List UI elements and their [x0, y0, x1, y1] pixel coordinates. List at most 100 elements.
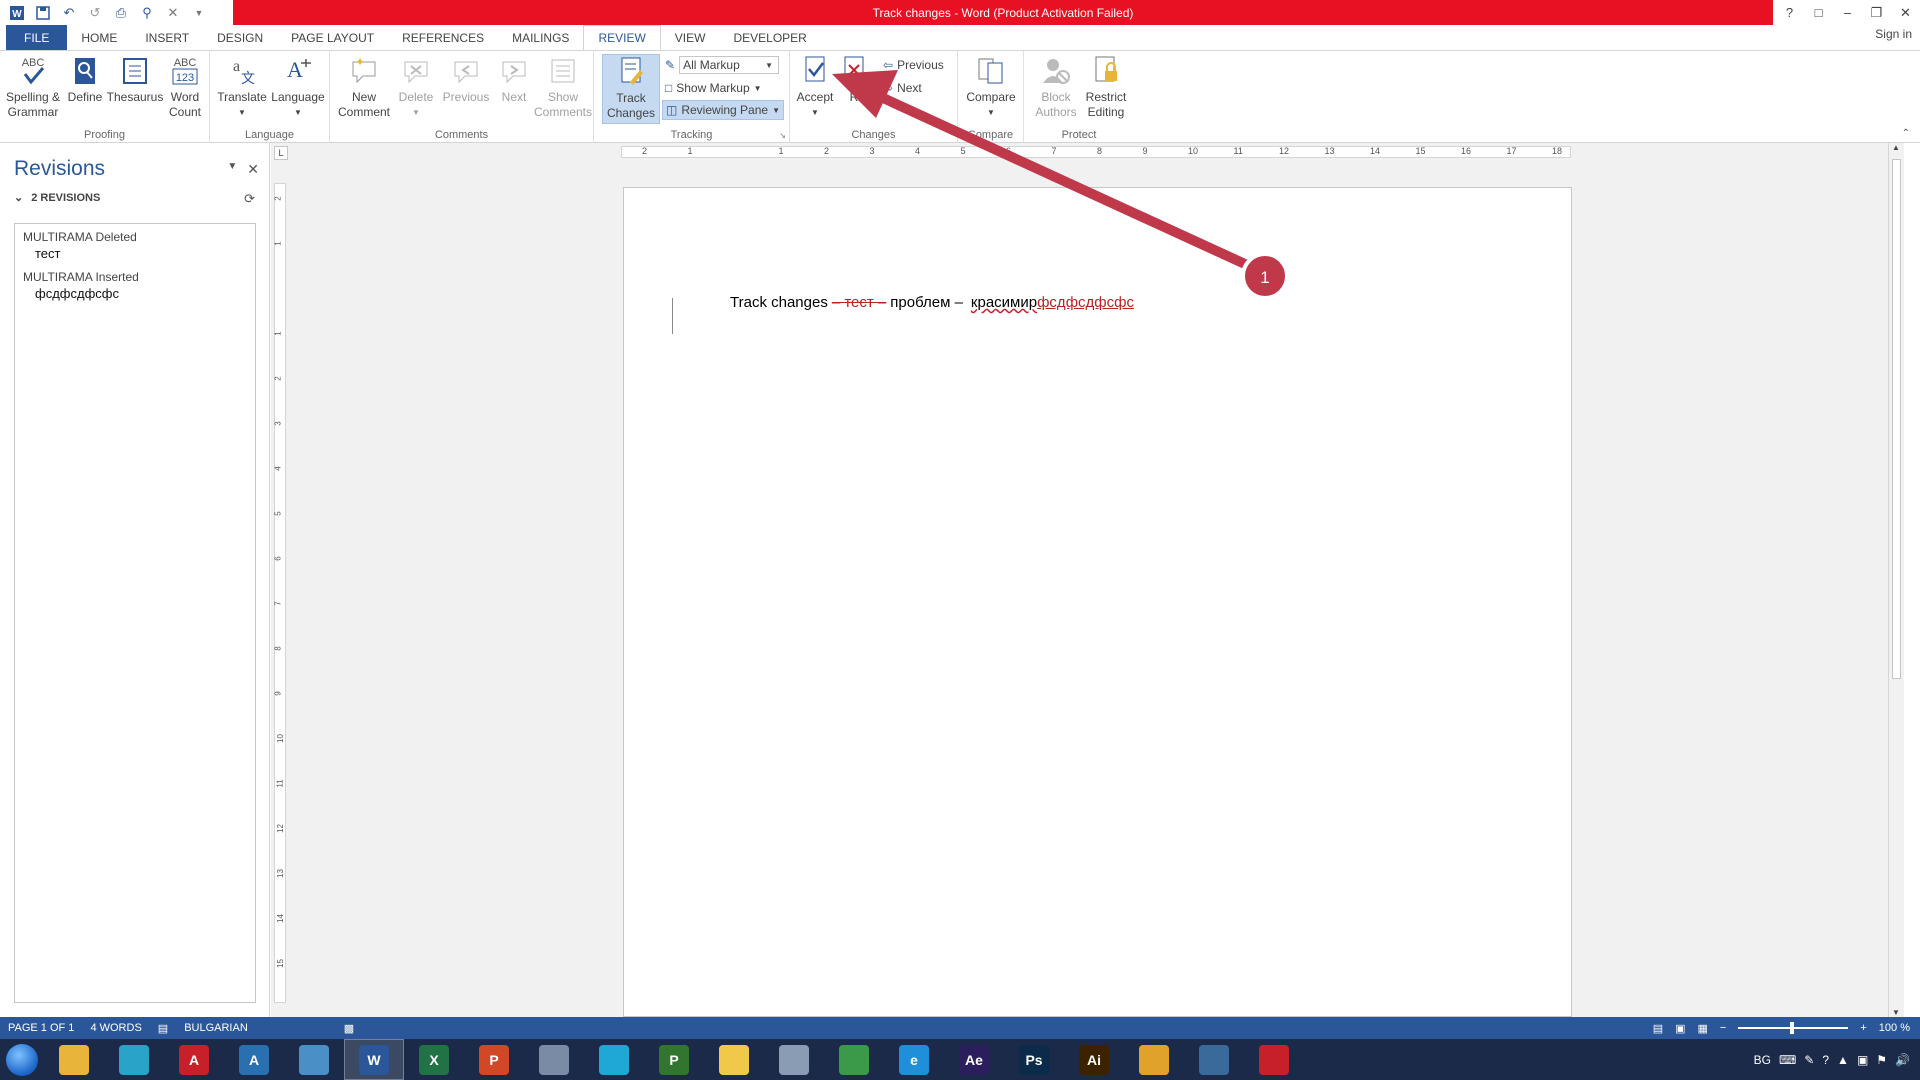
print-preview-icon[interactable]: ⚲ [136, 2, 158, 24]
horizontal-ruler[interactable]: 2 1 1 2 3 4 5 6 7 8 9 10 11 12 13 14 15 16 17 18 [621, 146, 1571, 158]
taskbar-app-acrobat-red[interactable]: A [164, 1039, 224, 1080]
taskbar-app-word[interactable]: W [344, 1039, 404, 1080]
document-paragraph[interactable]: Track changes – тест – проблем – красими… [730, 294, 1134, 311]
proofing-status-icon[interactable]: ▤ [150, 1022, 176, 1035]
web-layout-icon[interactable]: ▦ [1698, 1022, 1708, 1035]
tab-review[interactable]: REVIEW [583, 25, 661, 50]
show-hidden-icons[interactable]: ▲ [1837, 1053, 1849, 1067]
collapse-ribbon-icon[interactable]: ⌃ [1902, 128, 1910, 139]
zoom-slider-thumb[interactable] [1790, 1022, 1795, 1034]
start-button[interactable] [0, 1039, 44, 1080]
tab-insert[interactable]: INSERT [131, 25, 203, 50]
taskbar-app-powerpoint[interactable]: P [464, 1039, 524, 1080]
redo-icon[interactable]: ↺ [84, 2, 106, 24]
tracking-options-launcher[interactable]: ↘ [779, 131, 786, 140]
print-icon[interactable]: ⎙ [110, 2, 132, 24]
zoom-in-icon[interactable]: + [1860, 1022, 1866, 1034]
undo-icon[interactable]: ↶ [58, 2, 80, 24]
taskbar-app-chrome[interactable] [824, 1039, 884, 1080]
zoom-out-icon[interactable]: − [1720, 1022, 1726, 1034]
keyboard-icon[interactable]: ⌨ [1779, 1053, 1796, 1067]
taskbar-app-app5[interactable] [284, 1039, 344, 1080]
tab-home[interactable]: HOME [67, 25, 131, 50]
word-count-button[interactable]: ABC 123 Word Count [164, 54, 206, 120]
save-icon[interactable] [32, 2, 54, 24]
accept-button[interactable]: Accept ▼ [794, 54, 836, 120]
taskbar-app-photoshop[interactable]: Ps [1004, 1039, 1064, 1080]
taskbar-app-app2[interactable] [104, 1039, 164, 1080]
taskbar-app-ie[interactable]: e [884, 1039, 944, 1080]
taskbar-app-project[interactable]: P [644, 1039, 704, 1080]
language-status[interactable]: BULGARIAN [176, 1022, 256, 1034]
tab-mailings[interactable]: MAILINGS [498, 25, 583, 50]
close-doc-icon[interactable]: ✕ [162, 2, 184, 24]
vertical-scrollbar[interactable]: ▲ ▼ [1888, 143, 1904, 1017]
taskbar-app-excel[interactable]: X [404, 1039, 464, 1080]
taskbar-app-app10[interactable] [584, 1039, 644, 1080]
previous-change-button[interactable]: ⇦ Previous [880, 55, 947, 75]
input-language[interactable]: BG [1754, 1053, 1771, 1067]
tab-view[interactable]: VIEW [661, 25, 720, 50]
next-comment-button[interactable]: Next [492, 54, 536, 105]
sign-in-link[interactable]: Sign in [1875, 27, 1912, 41]
taskbar-app-after-effects[interactable]: Ae [944, 1039, 1004, 1080]
help-button[interactable]: ? [1775, 0, 1804, 25]
show-comments-button[interactable]: Show Comments [534, 54, 592, 120]
spelling-grammar-button[interactable]: ABC Spelling & Grammar [4, 54, 62, 120]
taskbar-app-media[interactable] [1124, 1039, 1184, 1080]
define-button[interactable]: Define [64, 54, 106, 105]
flag-icon[interactable]: ⚑ [1876, 1053, 1887, 1067]
track-changes-button[interactable]: Track Changes [602, 54, 660, 124]
restrict-editing-button[interactable]: Restrict Editing [1080, 54, 1132, 120]
taskbar-app-autocad[interactable]: A [224, 1039, 284, 1080]
macro-record-icon[interactable]: ▩ [336, 1022, 362, 1035]
minimize-button[interactable]: – [1833, 0, 1862, 25]
read-mode-icon[interactable]: ▤ [1653, 1022, 1663, 1035]
scroll-up-icon[interactable]: ▲ [1892, 143, 1900, 152]
pen-icon[interactable]: ✎ [1804, 1053, 1814, 1067]
markup-view-dropdown[interactable]: ✎ All Markup ▼ [662, 55, 780, 75]
restore-button[interactable]: ❐ [1862, 0, 1891, 25]
revisions-summary[interactable]: ⌄ 2 REVISIONS [14, 191, 100, 205]
taskbar-app-chat[interactable] [1184, 1039, 1244, 1080]
close-button[interactable]: ✕ [1891, 0, 1920, 25]
delete-comment-button[interactable]: Delete ▼ [392, 54, 440, 120]
tab-page-layout[interactable]: PAGE LAYOUT [277, 25, 388, 50]
refresh-icon[interactable]: ⟳ [244, 191, 255, 207]
translate-button[interactable]: a文 Translate ▼ [216, 54, 268, 120]
zoom-level[interactable]: 100 % [1879, 1022, 1910, 1034]
block-authors-button[interactable]: Block Authors [1030, 54, 1082, 120]
tab-design[interactable]: DESIGN [203, 25, 277, 50]
taskbar-app-acrobat[interactable] [1244, 1039, 1304, 1080]
ribbon-display-button[interactable]: □ [1804, 0, 1833, 25]
list-item[interactable]: MULTIRAMA Inserted фсдфсдфсфс [23, 270, 247, 301]
page-count[interactable]: PAGE 1 OF 1 [0, 1022, 82, 1034]
taskbar-app-paint[interactable] [764, 1039, 824, 1080]
help-tray-icon[interactable]: ? [1822, 1053, 1829, 1067]
word-count[interactable]: 4 WORDS [82, 1022, 149, 1034]
language-button[interactable]: A Language ▼ [270, 54, 326, 120]
customize-qat-icon[interactable]: ▼ [188, 2, 210, 24]
compare-button[interactable]: Compare ▼ [964, 54, 1018, 120]
revisions-list[interactable]: MULTIRAMA Deleted тест MULTIRAMA Inserte… [14, 223, 256, 1003]
tab-references[interactable]: REFERENCES [388, 25, 498, 50]
reject-button[interactable]: R [836, 54, 872, 105]
next-change-button[interactable]: ⇨ Next [880, 78, 925, 98]
taskbar-app-illustrator[interactable]: Ai [1064, 1039, 1124, 1080]
markup-select[interactable]: All Markup [679, 56, 780, 74]
zoom-slider[interactable] [1738, 1022, 1849, 1034]
list-item[interactable]: MULTIRAMA Deleted тест [23, 230, 247, 261]
pane-options-icon[interactable]: ▼ [227, 161, 237, 178]
show-markup-button[interactable]: □ Show Markup ▼ [662, 78, 765, 98]
close-pane-icon[interactable]: ✕ [247, 161, 259, 178]
tab-selector[interactable]: L [274, 146, 288, 160]
taskbar-app-folder[interactable] [704, 1039, 764, 1080]
taskbar-app-explorer[interactable] [44, 1039, 104, 1080]
previous-comment-button[interactable]: Previous [440, 54, 492, 105]
document-page[interactable]: Track changes – тест – проблем – красими… [623, 187, 1572, 1017]
reviewing-pane-button[interactable]: ◫ Reviewing Pane ▼ [662, 100, 784, 120]
tab-file[interactable]: FILE [6, 25, 68, 50]
taskbar-app-calculator[interactable] [524, 1039, 584, 1080]
network-icon[interactable]: ▣ [1857, 1053, 1868, 1067]
scroll-down-icon[interactable]: ▼ [1892, 1008, 1900, 1017]
